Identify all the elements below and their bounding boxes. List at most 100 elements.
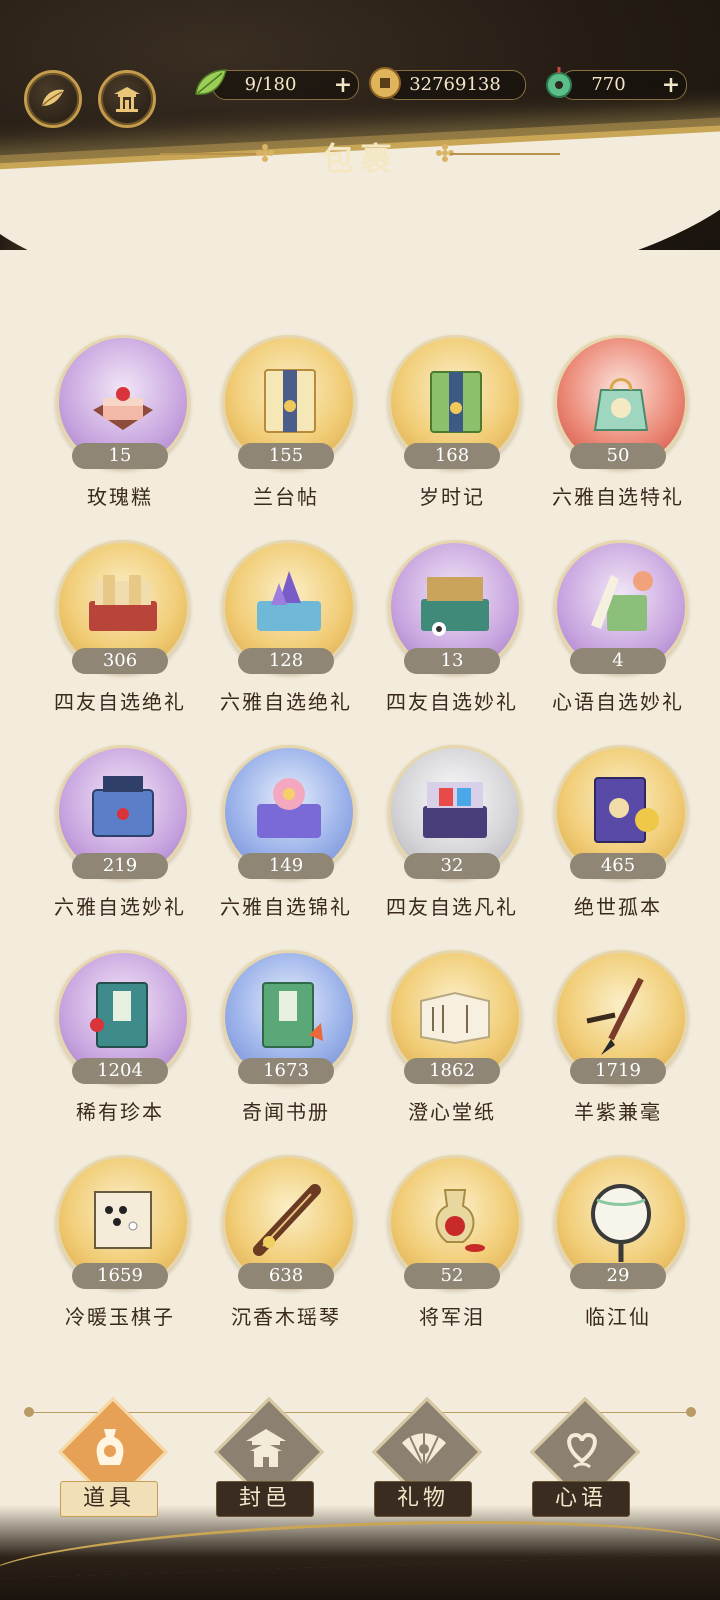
stamina-value: 9/180	[244, 74, 297, 95]
paper-scroll-icon	[420, 991, 490, 1045]
crystal-box-icon	[257, 571, 321, 631]
item-name: 四友自选妙礼	[386, 690, 518, 714]
item-count-badge: 1719	[570, 1058, 666, 1084]
item-count-badge: 128	[238, 648, 334, 674]
inventory-item[interactable]: 32 四友自选凡礼	[367, 745, 537, 935]
leaf-stamina-icon	[195, 69, 227, 95]
round-fan-icon	[591, 1184, 651, 1262]
item-count-badge: 1659	[72, 1263, 168, 1289]
teal-book-icon	[90, 982, 148, 1048]
inventory-item[interactable]: 1862 澄心堂纸	[367, 950, 537, 1140]
footer-dot	[24, 1407, 34, 1417]
item-name: 四友自选凡礼	[386, 895, 518, 919]
inventory-item[interactable]: 149 六雅自选锦礼	[201, 745, 371, 935]
flower-box-icon	[257, 778, 321, 838]
copper-coin-icon	[369, 67, 401, 99]
tab-gifts[interactable]: 礼物	[364, 1396, 483, 1523]
item-count-badge: 155	[238, 443, 334, 469]
rare-book-icon	[594, 777, 659, 843]
tab-label: 心语	[532, 1481, 630, 1517]
tab-label: 道具	[60, 1481, 158, 1517]
inventory-item[interactable]: 465 绝世孤本	[533, 745, 703, 935]
item-count-badge: 219	[72, 853, 168, 879]
leaf-emblem-button[interactable]	[24, 70, 82, 128]
stamina-counter: 9/180 +	[212, 70, 359, 100]
add-stamina-button[interactable]: +	[332, 74, 354, 96]
go-board-icon	[94, 1191, 152, 1249]
footer-dot	[686, 1407, 696, 1417]
wine-flask-icon	[435, 1189, 485, 1252]
inventory-item[interactable]: 638 沉香木瑶琴	[201, 1155, 371, 1345]
vase-icon	[96, 1429, 124, 1465]
inventory-item[interactable]: 4 心语自选妙礼	[533, 540, 703, 730]
tab-fief[interactable]: 封邑	[206, 1396, 325, 1523]
inventory-item[interactable]: 1673 奇闻书册	[201, 950, 371, 1140]
brush-icon	[586, 977, 644, 1055]
folding-fan-icon	[402, 1433, 446, 1468]
inventory-item[interactable]: 168 岁时记	[367, 335, 537, 525]
item-name: 稀有珍本	[76, 1100, 164, 1124]
item-name: 玫瑰糕	[87, 485, 153, 509]
item-count-badge: 52	[404, 1263, 500, 1289]
palace-icon	[246, 1429, 286, 1467]
item-count-badge: 15	[72, 443, 168, 469]
title-row: 包裹	[0, 128, 720, 178]
inventory-grid: 15 玫瑰糕 155 兰台帖 168 岁时记 50 六雅自选特礼 306 四友自选绝礼 128 六雅自…	[0, 250, 720, 1385]
page-title: 包裹	[321, 140, 398, 178]
inventory-item[interactable]: 29 临江仙	[533, 1155, 703, 1345]
top-bar: 9/180 + 32769138 770 + 包裹	[0, 0, 720, 250]
inventory-item[interactable]: 13 四友自选妙礼	[367, 540, 537, 730]
coin-counter: 32769138	[384, 70, 526, 100]
item-count-badge: 4	[570, 648, 666, 674]
inventory-item[interactable]: 50 六雅自选特礼	[533, 335, 703, 525]
green-book-icon	[262, 982, 323, 1048]
inventory-item[interactable]: 1204 稀有珍本	[35, 950, 205, 1140]
item-name: 岁时记	[419, 485, 485, 509]
item-count-badge: 13	[404, 648, 500, 674]
item-count-badge: 32	[404, 853, 500, 879]
inventory-item[interactable]: 15 玫瑰糕	[35, 335, 205, 525]
inventory-item[interactable]: 52 将军泪	[367, 1155, 537, 1345]
coin-value: 32769138	[409, 74, 501, 95]
go-box-icon	[421, 577, 489, 636]
jade-counter: 770 +	[560, 70, 687, 100]
inventory-item[interactable]: 1719 羊紫兼毫	[533, 950, 703, 1140]
inventory-item[interactable]: 128 六雅自选绝礼	[201, 540, 371, 730]
gift-bag-icon	[593, 378, 649, 431]
rose-cake-icon	[93, 387, 153, 430]
item-count-badge: 50	[570, 443, 666, 469]
item-name: 六雅自选绝礼	[220, 690, 352, 714]
tab-items[interactable]: 道具	[50, 1396, 169, 1523]
pavilion-button[interactable]	[98, 70, 156, 128]
open-chest-icon	[423, 782, 487, 838]
add-jade-button[interactable]: +	[660, 74, 682, 96]
item-count-badge: 149	[238, 853, 334, 879]
item-count-badge: 1673	[238, 1058, 334, 1084]
bottom-tab-bar: 道具 封邑 礼物 心语	[0, 1385, 720, 1600]
jade-box-icon	[591, 571, 653, 631]
green-card-icon	[430, 371, 482, 433]
inventory-item[interactable]: 219 六雅自选妙礼	[35, 745, 205, 935]
item-name: 心语自选妙礼	[552, 690, 684, 714]
pavilion-icon	[114, 87, 140, 112]
item-name: 将军泪	[419, 1305, 485, 1329]
item-count-badge: 1862	[404, 1058, 500, 1084]
tab-whispers[interactable]: 心语	[522, 1396, 641, 1523]
inventory-item[interactable]: 1659 冷暖玉棋子	[35, 1155, 205, 1345]
item-name: 临江仙	[585, 1305, 651, 1329]
title-divider-right	[450, 153, 560, 155]
item-count-badge: 168	[404, 443, 500, 469]
item-count-badge: 638	[238, 1263, 334, 1289]
item-count-badge: 1204	[72, 1058, 168, 1084]
item-name: 六雅自选锦礼	[220, 895, 352, 919]
item-name: 沉香木瑶琴	[231, 1305, 341, 1329]
item-name: 冷暖玉棋子	[65, 1305, 175, 1329]
zither-icon	[253, 1184, 321, 1256]
tab-label: 封邑	[216, 1481, 314, 1517]
invitation-card-icon	[264, 369, 316, 433]
item-name: 羊紫兼毫	[574, 1100, 662, 1124]
tab-label: 礼物	[374, 1481, 472, 1517]
inventory-item[interactable]: 155 兰台帖	[201, 335, 371, 525]
inventory-item[interactable]: 306 四友自选绝礼	[35, 540, 205, 730]
item-name: 四友自选绝礼	[54, 690, 186, 714]
